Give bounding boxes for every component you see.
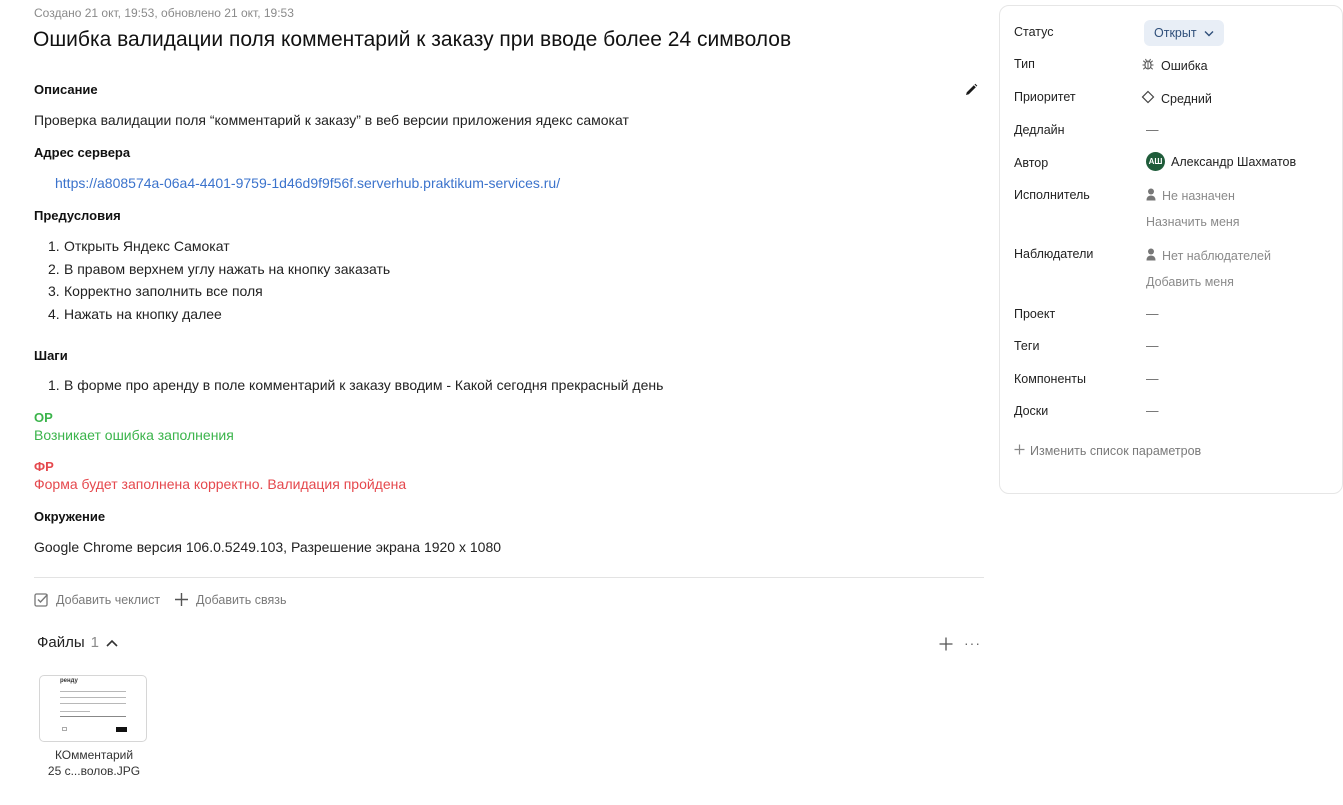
list-item: 1. В форме про аренду в поле комментарий … <box>48 374 663 397</box>
list-number: 3. <box>48 283 60 299</box>
author-value[interactable]: АШ Александр Шахматов <box>1146 152 1296 171</box>
type-label: Тип <box>1014 57 1035 71</box>
chevron-down-icon <box>1204 26 1214 40</box>
project-label: Проект <box>1014 307 1056 321</box>
list-number: 1. <box>48 377 60 393</box>
list-item: 1. Открыть Яндекс Самокат <box>48 235 390 258</box>
list-number: 2. <box>48 260 60 277</box>
file-name[interactable]: КОмментарий 25 с...волов.JPG <box>34 747 154 779</box>
edit-pencil-icon[interactable] <box>963 82 979 98</box>
steps-heading: Шаги <box>34 348 68 363</box>
list-number: 1. <box>48 238 60 254</box>
watchers-text: Нет наблюдателей <box>1162 249 1271 263</box>
priority-text: Средний <box>1161 91 1212 106</box>
environment-heading: Окружение <box>34 509 106 524</box>
deadline-value[interactable]: — <box>1146 123 1159 137</box>
add-file-icon[interactable] <box>938 636 954 657</box>
more-icon[interactable]: ··· <box>964 636 981 650</box>
file-name-line: 25 с...волов.JPG <box>47 764 141 778</box>
deadline-label: Дедлайн <box>1014 123 1065 137</box>
thumbnail-line <box>60 716 126 717</box>
file-thumbnail[interactable]: ренду <box>39 675 147 742</box>
add-link-button[interactable]: Добавить связь <box>174 592 286 607</box>
tags-label: Теги <box>1014 339 1040 353</box>
assign-me-link[interactable]: Назначить меня <box>1146 215 1240 229</box>
author-label: Автор <box>1014 156 1049 170</box>
add-me-link[interactable]: Добавить меня <box>1146 275 1234 289</box>
files-heading: Файлы <box>37 634 85 651</box>
expected-result-text: Возникает ошибка заполнения <box>34 427 234 443</box>
person-icon <box>1146 248 1156 264</box>
plus-icon <box>174 592 189 607</box>
list-item: 2. В правом верхнем углу нажать на кнопку… <box>48 258 390 281</box>
server-url-link[interactable]: https://a808574a-06a4-4401-9759-1d46d9f9… <box>55 175 560 191</box>
files-count: 1 <box>90 634 100 651</box>
list-item-text: Корректно заполнить все поля <box>64 283 263 299</box>
steps-list: 1. В форме про аренду в поле комментарий … <box>48 374 663 397</box>
boards-label: Доски <box>1014 404 1049 418</box>
change-params-label: Изменить список параметров <box>1030 444 1202 458</box>
assignee-value[interactable]: Не назначен <box>1146 188 1235 204</box>
plus-icon <box>1014 444 1025 458</box>
tags-value[interactable]: — <box>1146 339 1159 353</box>
list-item-text: В форме про аренду в поле комментарий к … <box>64 377 664 393</box>
watchers-label: Наблюдатели <box>1014 247 1094 261</box>
files-header: Файлы 1 <box>37 634 119 651</box>
watchers-value[interactable]: Нет наблюдателей <box>1146 248 1271 264</box>
add-checklist-label: Добавить чеклист <box>56 592 161 607</box>
type-value[interactable]: Ошибка <box>1141 57 1208 74</box>
bug-icon <box>1141 57 1155 74</box>
diamond-icon <box>1141 90 1155 107</box>
expected-result-heading: ОР <box>34 410 53 425</box>
checklist-icon <box>34 592 49 607</box>
divider <box>34 577 984 578</box>
priority-value[interactable]: Средний <box>1141 90 1212 107</box>
chevron-up-icon[interactable] <box>105 638 119 648</box>
issue-meta: Создано 21 окт, 19:53, обновлено 21 окт,… <box>34 6 294 20</box>
thumbnail-line <box>60 711 90 712</box>
status-value: Открыт <box>1154 26 1197 40</box>
list-item: 4. Нажать на кнопку далее <box>48 303 390 326</box>
actual-result-text: Форма будет заполнена корректно. Валидац… <box>34 476 407 492</box>
list-item: 3. Корректно заполнить все поля <box>48 280 390 303</box>
environment-text: Google Chrome версия 106.0.5249.103, Раз… <box>34 539 502 555</box>
change-params-button[interactable]: Изменить список параметров <box>1014 444 1201 458</box>
avatar: АШ <box>1146 152 1165 171</box>
thumbnail-line <box>60 697 126 698</box>
thumbnail-line <box>60 691 126 692</box>
status-dropdown[interactable]: Открыт <box>1144 20 1224 46</box>
description-heading: Описание <box>34 82 98 97</box>
list-item-text: В правом верхнем углу нажать на кнопку з… <box>64 260 391 277</box>
thumbnail-button <box>116 727 127 732</box>
actual-result-heading: ФР <box>34 459 54 474</box>
person-icon <box>1146 188 1156 204</box>
project-value[interactable]: — <box>1146 307 1159 321</box>
add-link-label: Добавить связь <box>196 592 287 607</box>
thumbnail-preview-title: ренду <box>60 678 78 684</box>
thumbnail-checkbox <box>62 727 67 731</box>
file-name-line: КОмментарий <box>54 748 134 762</box>
list-item-text: Нажать на кнопку далее <box>64 305 222 322</box>
preconditions-list: 1. Открыть Яндекс Самокат 2. В правом верх… <box>48 235 390 325</box>
boards-value[interactable]: — <box>1146 404 1159 418</box>
assignee-text: Не назначен <box>1162 189 1235 203</box>
components-value[interactable]: — <box>1146 372 1159 386</box>
components-label: Компоненты <box>1014 372 1087 386</box>
list-item-text: Открыть Яндекс Самокат <box>64 238 230 254</box>
add-checklist-button[interactable]: Добавить чеклист <box>34 592 160 607</box>
thumbnail-line <box>60 703 126 704</box>
priority-label: Приоритет <box>1014 90 1076 104</box>
server-heading: Адрес сервера <box>34 145 131 160</box>
author-name: Александр Шахматов <box>1171 154 1297 169</box>
preconditions-heading: Предусловия <box>34 208 121 223</box>
type-text: Ошибка <box>1161 58 1208 73</box>
list-number: 4. <box>48 305 60 322</box>
status-label: Статус <box>1014 25 1054 39</box>
description-text: Проверка валидации поля “комментарий к з… <box>34 112 629 128</box>
issue-title[interactable]: Ошибка валидации поля комментарий к зака… <box>33 28 791 52</box>
assignee-label: Исполнитель <box>1014 188 1090 202</box>
